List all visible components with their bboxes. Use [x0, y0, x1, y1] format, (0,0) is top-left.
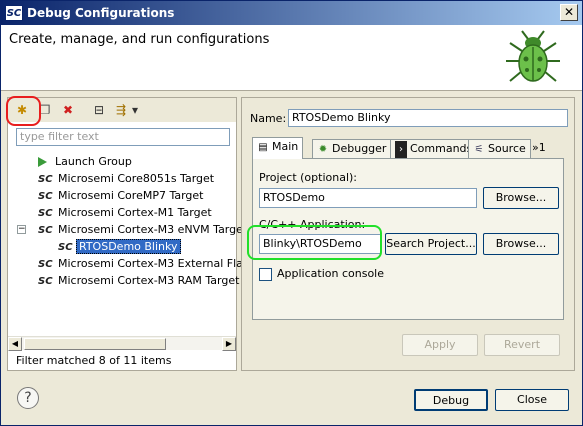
name-label: Name:	[250, 112, 287, 125]
tab-source[interactable]: ⚟ Source	[468, 139, 531, 158]
delete-icon[interactable]: ✖	[59, 101, 77, 119]
config-tabs: ▤ Main ✹ Debugger › Commands ⚟ Source »1	[252, 137, 564, 159]
main-tab-icon: ▤	[258, 142, 268, 153]
application-console-label: Application console	[277, 267, 384, 280]
sc-app-icon: SC	[5, 5, 23, 21]
browse-label: Browse...	[495, 191, 547, 204]
tree-item-label: Microsemi Cortex-M3 External Flash	[58, 257, 256, 270]
commands-tab-icon: ›	[395, 141, 407, 159]
sc-icon: SC	[38, 276, 53, 287]
application-console-checkbox[interactable]	[259, 268, 272, 281]
sc-icon: SC	[38, 174, 53, 185]
tree-item-cortex-m3-ram[interactable]: SC Microsemi Cortex-M3 RAM Target	[38, 273, 241, 289]
title-bar: SC Debug Configurations ✕	[1, 1, 582, 25]
tree-item-launch-group[interactable]: Launch Group	[34, 154, 134, 170]
filter-menu-dropdown-icon[interactable]: ▾	[130, 101, 140, 119]
revert-label: Revert	[503, 338, 541, 351]
tree-item-rtosdemo-blinky[interactable]: SC RTOSDemo Blinky	[58, 239, 181, 255]
tree-item-label: Microsemi Cortex-M1 Target	[58, 206, 212, 219]
dialog-heading: Create, manage, and run configurations	[9, 32, 270, 47]
filter-icon[interactable]: ⇶	[112, 101, 130, 119]
revert-button[interactable]: Revert	[484, 334, 560, 356]
name-input[interactable]: RTOSDemo Blinky	[288, 109, 568, 127]
dialog-header: Create, manage, and run configurations	[1, 25, 582, 91]
project-input[interactable]: RTOSDemo	[259, 188, 477, 208]
tab-overflow[interactable]: »1	[528, 139, 550, 158]
project-label: Project (optional):	[259, 171, 358, 184]
help-icon[interactable]: ?	[17, 387, 39, 409]
sc-icon: SC	[38, 208, 53, 219]
window-title: Debug Configurations	[27, 6, 175, 20]
apply-label: Apply	[424, 338, 456, 351]
tree-item-label: Microsemi CoreMP7 Target	[58, 189, 204, 202]
config-toolbar: ✱ ❐ ✖ ⊟ ⇶ ▾	[8, 98, 236, 122]
sc-icon: SC	[38, 259, 53, 270]
tab-label: Main	[272, 140, 299, 153]
tab-label: Commands	[410, 142, 473, 155]
apply-button[interactable]: Apply	[402, 334, 478, 356]
tab-main[interactable]: ▤ Main	[252, 137, 304, 159]
tree-item-core8051s[interactable]: SC Microsemi Core8051s Target	[38, 171, 216, 187]
tree-item-coremp7[interactable]: SC Microsemi CoreMP7 Target	[38, 188, 205, 204]
launch-icon	[38, 157, 47, 167]
sc-icon: SC	[38, 191, 53, 202]
tree-item-cortex-m1[interactable]: SC Microsemi Cortex-M1 Target	[38, 205, 214, 221]
filter-input[interactable]: type filter text	[16, 128, 230, 146]
tab-commands[interactable]: › Commands	[390, 139, 478, 159]
debug-label: Debug	[432, 394, 470, 407]
close-button[interactable]: Close	[495, 389, 569, 411]
tree-item-label: RTOSDemo Blinky	[76, 239, 181, 254]
application-browse-button[interactable]: Browse...	[483, 233, 559, 255]
debugger-tab-icon: ✹	[318, 144, 328, 155]
source-tab-icon: ⚟	[474, 144, 484, 155]
project-browse-button[interactable]: Browse...	[483, 187, 559, 209]
scroll-left-icon[interactable]: ◀	[8, 337, 22, 351]
tab-label: Source	[488, 142, 526, 155]
configuration-list-pane: ✱ ❐ ✖ ⊟ ⇶ ▾ type filter text Launch Grou…	[7, 97, 256, 371]
collapse-toggle-icon[interactable]: −	[17, 225, 26, 234]
tree-item-label: Launch Group	[55, 155, 132, 168]
tree-item-label: Microsemi Cortex-M3 eNVM Target	[58, 223, 248, 236]
tree-item-label: Microsemi Cortex-M3 RAM Target	[58, 274, 240, 287]
sc-icon: SC	[38, 225, 53, 236]
search-project-label: Search Project...	[386, 237, 476, 250]
tree-item-cortex-m3-external-flash[interactable]: SC Microsemi Cortex-M3 External Flash	[38, 256, 258, 272]
application-highlight	[247, 225, 382, 260]
tab-label: Debugger	[332, 142, 387, 155]
search-project-button[interactable]: Search Project...	[385, 233, 477, 255]
horizontal-scrollbar[interactable]: ◀ ▶	[8, 336, 236, 351]
bug-icon	[506, 30, 560, 82]
tree-item-cortex-m3-envm[interactable]: SC Microsemi Cortex-M3 eNVM Target	[38, 222, 249, 238]
filter-status-text: Filter matched 8 of 11 items	[16, 354, 172, 367]
collapse-all-icon[interactable]: ⊟	[90, 101, 108, 119]
tree-item-label: Microsemi Core8051s Target	[58, 172, 215, 185]
tab-debugger[interactable]: ✹ Debugger	[312, 139, 392, 158]
browse-label: Browse...	[495, 237, 547, 250]
debug-configurations-window: SC Debug Configurations ✕ Create, manage…	[0, 0, 583, 426]
new-configuration-highlight	[6, 96, 41, 126]
debug-button[interactable]: Debug	[414, 389, 488, 411]
sc-icon: SC	[58, 242, 73, 253]
scroll-right-icon[interactable]: ▶	[222, 337, 236, 351]
window-close-button[interactable]: ✕	[560, 4, 578, 21]
close-label: Close	[517, 393, 547, 406]
scroll-thumb[interactable]	[24, 338, 166, 350]
